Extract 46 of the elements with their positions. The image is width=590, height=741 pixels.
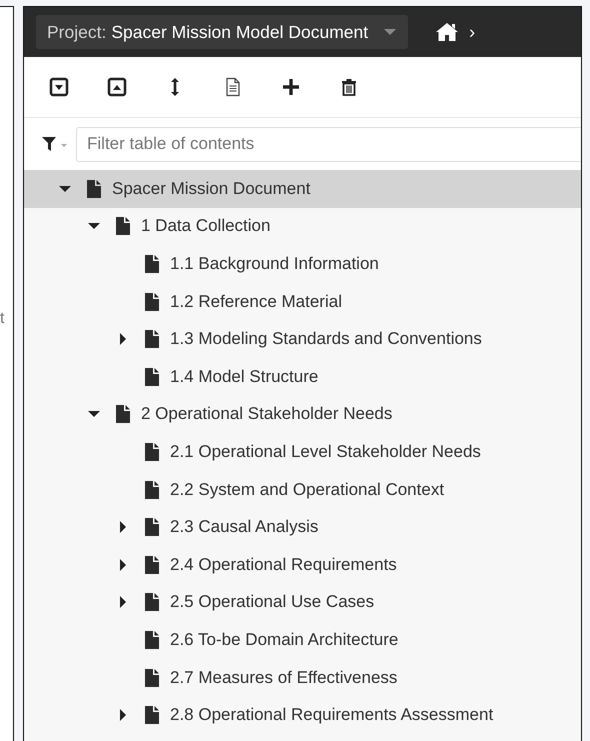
tree-item[interactable]: 2.7 Measures of Effectiveness (24, 658, 581, 696)
document-icon (145, 593, 159, 612)
document-icon (145, 480, 159, 499)
document-icon (145, 442, 159, 461)
delete-button[interactable] (339, 77, 359, 97)
document-icon (145, 254, 159, 273)
tree-item[interactable]: 2.6 To-be Domain Architecture (24, 621, 581, 659)
collapse-button[interactable] (107, 77, 127, 97)
document-icon (145, 368, 159, 386)
document-icon (87, 180, 101, 198)
document-icon (145, 556, 159, 574)
caret-icon (384, 28, 396, 36)
filter-dropdown[interactable] (42, 136, 68, 152)
document-icon (145, 330, 159, 348)
document-icon (145, 518, 159, 536)
tree-item[interactable]: 1.2 Reference Material (24, 282, 581, 320)
trash-icon (339, 77, 359, 97)
expand-button[interactable] (49, 77, 69, 97)
tree-item[interactable]: Spacer Mission Document (24, 170, 581, 208)
plus-icon (281, 77, 301, 97)
tree-item[interactable]: 2 Operational Stakeholder Needs (24, 396, 581, 434)
document-icon (116, 405, 130, 424)
expand-icon (49, 77, 69, 97)
tree-item[interactable]: 1.3 Modeling Standards and Conventions (24, 320, 581, 358)
tree-item[interactable]: 2.2 System and Operational Context (24, 470, 581, 508)
project-dropdown[interactable]: Project: Spacer Mission Model Document (36, 15, 408, 49)
filter-field[interactable]: Filter table of contents (76, 126, 581, 162)
document-icon (145, 706, 159, 724)
add-button[interactable] (281, 77, 301, 97)
document-icon (145, 668, 159, 687)
breadcrumb-separator: › (469, 22, 476, 42)
tree-item[interactable]: 1.1 Background Information (24, 245, 581, 283)
collapse-icon (107, 77, 127, 97)
tree-item[interactable]: 1.4 Model Structure (24, 358, 581, 396)
document-icon (116, 217, 130, 236)
document-icon (145, 630, 159, 649)
side-panel-text: t (0, 309, 4, 329)
tree-item[interactable]: 2.3 Causal Analysis (24, 508, 581, 546)
tree-item[interactable]: 2.1 Operational Level Stakeholder Needs (24, 433, 581, 471)
tree-item[interactable]: 2.8 Operational Requirements Assessment (24, 696, 581, 734)
home-icon[interactable] (435, 22, 460, 42)
funnel-icon (42, 136, 68, 152)
tree-item[interactable]: 2.5 Operational Use Cases (24, 584, 581, 622)
tree-item[interactable]: 2.4 Operational Requirements (24, 546, 581, 584)
document-icon (145, 292, 159, 311)
tree-item[interactable]: 1 Data Collection (24, 208, 581, 246)
